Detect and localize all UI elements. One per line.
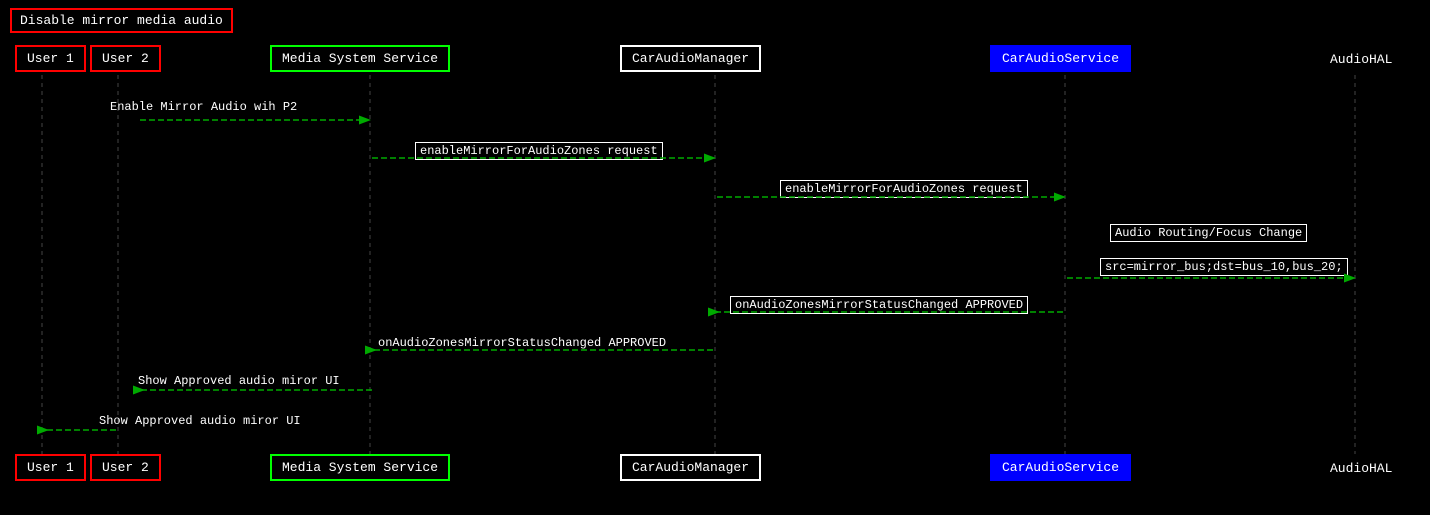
- msg-6: onAudioZonesMirrorStatusChanged APPROVED: [730, 296, 1028, 314]
- title-text: Disable mirror media audio: [20, 13, 223, 28]
- msg-1: Enable Mirror Audio wih P2: [110, 100, 297, 114]
- title-box: Disable mirror media audio: [10, 8, 233, 33]
- actor-mss-bottom: Media System Service: [270, 454, 450, 481]
- actor-user2-bottom: User 2: [90, 454, 161, 481]
- msg-2: enableMirrorForAudioZones request: [415, 142, 663, 160]
- msg-4: Audio Routing/Focus Change: [1110, 224, 1307, 242]
- actor-cam-top: CarAudioManager: [620, 45, 761, 72]
- diagram-container: Disable mirror media audio User 1 User 2…: [0, 0, 1430, 515]
- actor-mss-top: Media System Service: [270, 45, 450, 72]
- actor-user1-bottom: User 1: [15, 454, 86, 481]
- actor-cam-bottom: CarAudioManager: [620, 454, 761, 481]
- msg-5: src=mirror_bus;dst=bus_10,bus_20;: [1100, 258, 1348, 276]
- msg-3: enableMirrorForAudioZones request: [780, 180, 1028, 198]
- actor-user1-top: User 1: [15, 45, 86, 72]
- actor-user2-top: User 2: [90, 45, 161, 72]
- msg-7: onAudioZonesMirrorStatusChanged APPROVED: [378, 336, 666, 350]
- msg-9: Show Approved audio miror UI: [99, 414, 301, 428]
- actor-cas-top: CarAudioService: [990, 45, 1131, 72]
- actor-cas-bottom: CarAudioService: [990, 454, 1131, 481]
- actor-ahl-bottom: AudioHAL: [1330, 461, 1392, 476]
- actor-ahl-top: AudioHAL: [1330, 52, 1392, 67]
- msg-8: Show Approved audio miror UI: [138, 374, 340, 388]
